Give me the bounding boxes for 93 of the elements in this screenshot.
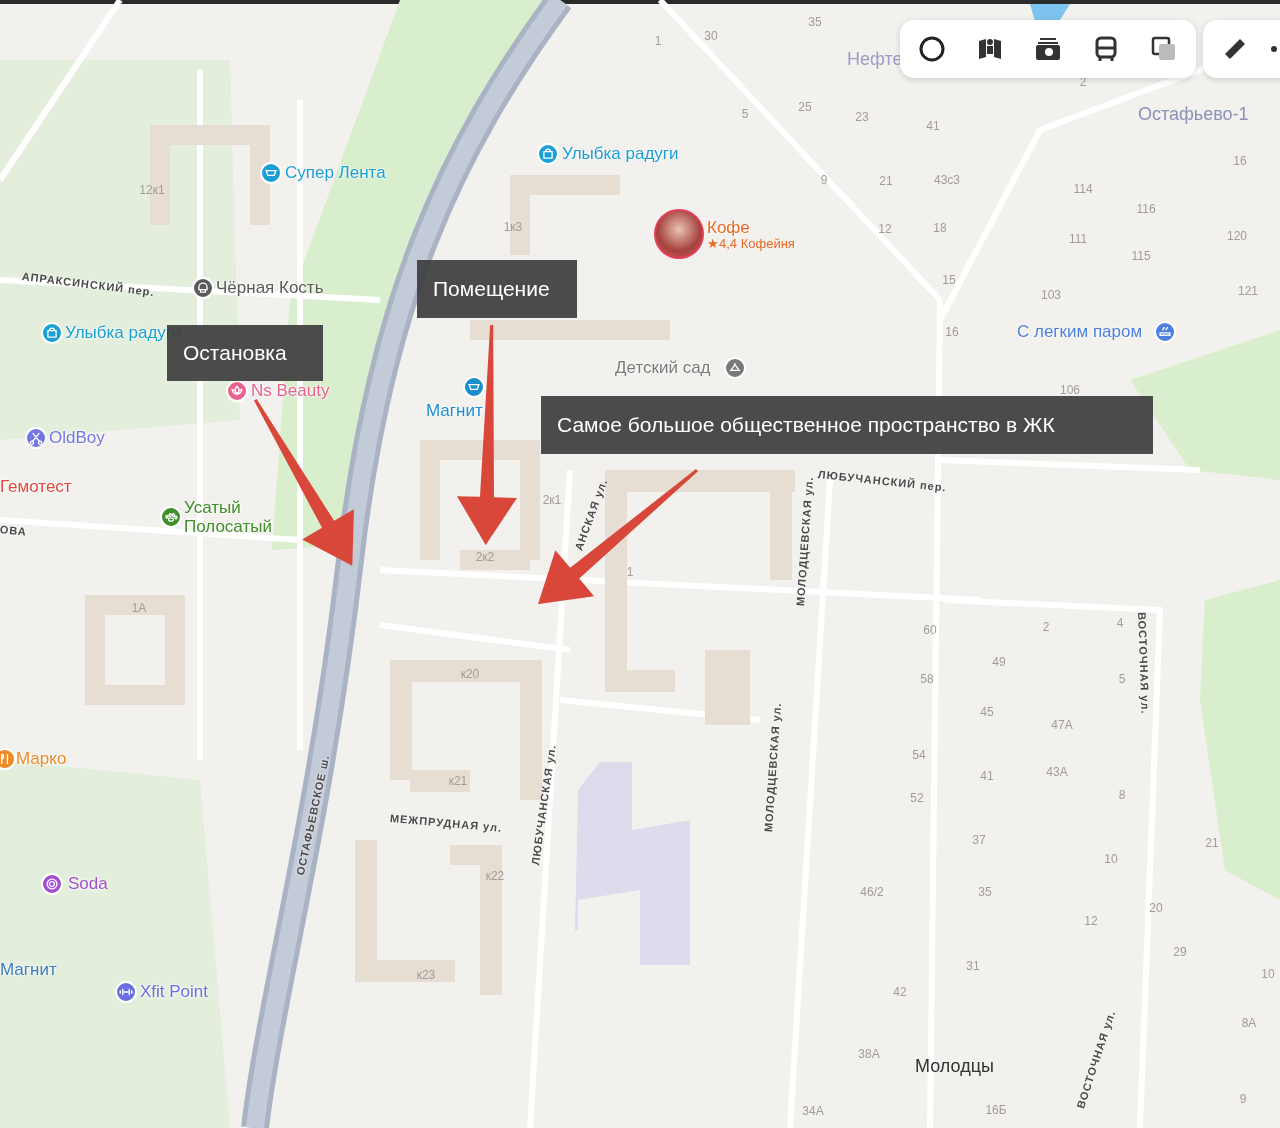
house-number: 41: [926, 120, 940, 134]
house-number: 111: [1068, 233, 1088, 247]
area-label: Остафьево-1: [1138, 105, 1249, 125]
place-label[interactable]: С легким паром: [1017, 322, 1143, 342]
house-number: 2: [1042, 621, 1050, 635]
place-label[interactable]: Марко: [16, 749, 67, 769]
house-number: 9: [820, 174, 828, 188]
house-number: 31: [966, 960, 980, 974]
circle-icon: [918, 35, 946, 63]
house-number: 12к1: [139, 184, 165, 198]
place-label[interactable]: Гемотест: [0, 477, 72, 497]
house-number: 114: [1073, 183, 1093, 197]
street-label: МОЛОДЦЕВСКАЯ ул.: [761, 702, 784, 833]
street-label: ОВА: [0, 523, 28, 538]
house-number: 41: [980, 770, 994, 784]
place-label[interactable]: Xfit Point: [140, 982, 209, 1002]
house-number: 43А: [1046, 766, 1068, 780]
street-label: ЛЮБУЧАНСКИЙ пер.: [817, 468, 948, 494]
house-number: 5: [1118, 673, 1126, 687]
place-label[interactable]: Супер Лента: [285, 163, 386, 183]
dot-icon: [1270, 45, 1278, 53]
squares-icon: [1150, 35, 1178, 63]
house-number: 16: [1233, 155, 1247, 169]
house-number: 21: [879, 175, 893, 189]
house-number: к21: [448, 775, 468, 789]
house-number: 8А: [1241, 1017, 1257, 1031]
house-number: к23: [416, 969, 436, 983]
house-number: 49: [992, 656, 1006, 670]
place-label[interactable]: Магнит: [0, 960, 57, 980]
house-number: 12: [878, 223, 892, 237]
house-number: 25: [798, 101, 812, 115]
house-number: 54: [912, 749, 926, 763]
house-number: 45: [980, 706, 994, 720]
house-number: к22: [485, 870, 505, 884]
house-number: 35: [808, 16, 822, 30]
house-number: 9: [1239, 1093, 1247, 1107]
annotation-label: Самое большое общественное пространство в ЖК: [541, 396, 1153, 454]
house-number: 47А: [1051, 719, 1073, 733]
annotation-label: Помещение: [417, 260, 577, 318]
house-number: 60: [923, 624, 937, 638]
area-label: Нефте: [847, 50, 903, 70]
place-label[interactable]: Детский сад: [615, 358, 711, 378]
place-label[interactable]: Усатый Полосатый: [184, 499, 284, 537]
place-label[interactable]: Улыбка радуги: [562, 144, 679, 164]
house-number: 58: [920, 673, 934, 687]
house-number: 120: [1227, 230, 1247, 244]
house-number: 21: [1205, 837, 1219, 851]
house-number: к20: [460, 668, 480, 682]
house-number: 12: [1084, 915, 1098, 929]
house-number: 15: [942, 274, 956, 288]
rating-label: ★4,4 Кофейня: [707, 236, 795, 252]
house-number: 30: [704, 30, 718, 44]
house-number: 2к2: [475, 551, 495, 565]
house-number: 35: [978, 886, 992, 900]
house-number: 23: [855, 111, 869, 125]
house-number: 1А: [131, 602, 147, 616]
house-number: 43с3: [934, 174, 960, 188]
house-number: 2к1: [542, 494, 562, 508]
house-number: 121: [1238, 285, 1258, 299]
house-number: 116: [1136, 203, 1156, 217]
house-number: 46/2: [860, 886, 884, 900]
camera-icon: [1034, 35, 1062, 63]
house-number: 1: [626, 566, 634, 580]
place-label[interactable]: Магнит: [426, 401, 483, 421]
house-number: 115: [1131, 250, 1151, 264]
house-number: 38А: [858, 1048, 880, 1062]
house-number: 16: [945, 326, 959, 340]
place-label[interactable]: Кофе: [707, 218, 750, 238]
house-number: 106: [1060, 384, 1080, 398]
house-number: 103: [1041, 289, 1061, 303]
house-number: 52: [910, 792, 924, 806]
house-number: 8: [1118, 789, 1126, 803]
house-number: 16Б: [985, 1104, 1007, 1118]
place-label[interactable]: Чёрная Кость: [216, 278, 324, 298]
house-number: 1: [654, 35, 662, 49]
street-label: ВОСТОЧНАЯ ул.: [1135, 611, 1152, 715]
house-number: 4: [1116, 617, 1124, 631]
place-label[interactable]: OldBoy: [49, 428, 105, 448]
street-label: МОЛОДЦЕВСКАЯ ул.: [793, 476, 816, 607]
area-label: Молодцы: [915, 1057, 994, 1077]
place-label[interactable]: Soda: [68, 874, 108, 894]
house-number: 42: [893, 986, 907, 1000]
street-label: МЕЖПРУДНАЯ ул.: [389, 812, 503, 834]
house-number: 10: [1104, 853, 1118, 867]
house-number: 20: [1149, 902, 1163, 916]
house-number: 34А: [802, 1105, 824, 1119]
house-number: 10: [1261, 968, 1275, 982]
house-number: 37: [972, 834, 986, 848]
house-number: 5: [741, 108, 749, 122]
place-label[interactable]: Ns Beauty: [251, 381, 330, 401]
house-number: 1к3: [503, 221, 523, 235]
house-number: 18: [933, 222, 947, 236]
house-number: 29: [1173, 946, 1187, 960]
